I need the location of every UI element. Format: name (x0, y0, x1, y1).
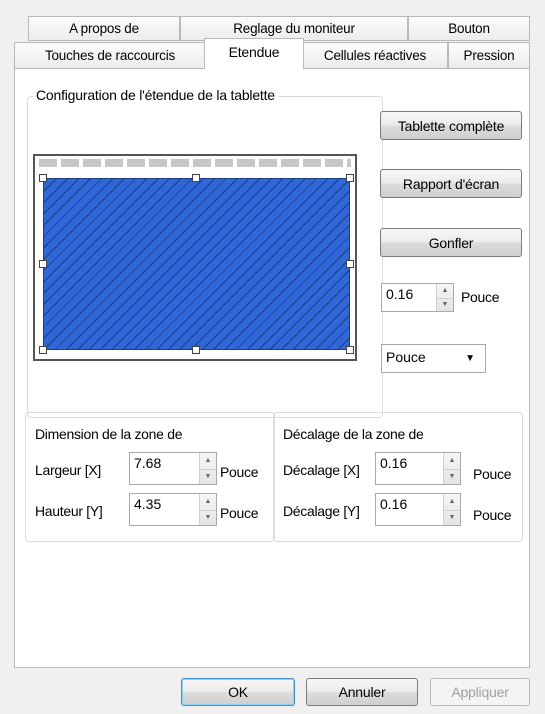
resize-handle-bottom[interactable] (192, 346, 200, 354)
inflate-button[interactable]: Gonfler (380, 228, 522, 257)
tab-about[interactable]: A propos de (28, 16, 180, 41)
screen-ratio-button[interactable]: Rapport d'écran (380, 169, 522, 198)
tab-button[interactable]: Bouton (408, 16, 530, 41)
dimension-title: Dimension de la zone de (35, 426, 183, 442)
resize-handle-bottom-right[interactable] (346, 346, 354, 354)
resize-handle-bottom-left[interactable] (39, 346, 47, 354)
offset-y-unit-label: Pouce (473, 507, 512, 523)
tab-hot-cells[interactable]: Cellules réactives (302, 42, 448, 69)
resize-handle-left[interactable] (39, 260, 47, 268)
tab-pressure[interactable]: Pression (448, 42, 530, 69)
ok-button[interactable]: OK (181, 678, 295, 706)
offset-y-value: 0.16 (380, 496, 408, 512)
offset-y-label: Décalage [Y] (283, 503, 360, 519)
spin-up-icon[interactable]: ▲ (200, 494, 216, 511)
inflate-spinner[interactable]: ▲ ▼ (436, 284, 453, 311)
offset-x-label: Décalage [X] (283, 462, 360, 478)
offset-x-input[interactable]: 0.16 ▲ ▼ (375, 452, 461, 485)
spin-down-icon[interactable]: ▼ (444, 510, 460, 526)
unit-select[interactable]: Pouce ▼ (381, 344, 486, 373)
spin-up-icon[interactable]: ▲ (444, 453, 460, 470)
spin-down-icon[interactable]: ▼ (200, 469, 216, 485)
chevron-down-icon: ▼ (465, 353, 475, 364)
resize-handle-top-right[interactable] (346, 174, 354, 182)
resize-handle-right[interactable] (346, 260, 354, 268)
apply-button: Appliquer (430, 678, 530, 706)
offset-x-unit-label: Pouce (473, 466, 512, 482)
spin-down-icon[interactable]: ▼ (200, 510, 216, 526)
inflate-value: 0.16 (386, 286, 414, 302)
width-spinner[interactable]: ▲ ▼ (199, 453, 216, 484)
height-label: Hauteur [Y] (35, 503, 103, 519)
width-value: 7.68 (134, 455, 162, 471)
active-area[interactable] (43, 178, 350, 350)
spin-down-icon[interactable]: ▼ (437, 298, 453, 312)
offset-y-spinner[interactable]: ▲ ▼ (443, 494, 460, 525)
width-unit-label: Pouce (220, 464, 259, 480)
offset-y-input[interactable]: 0.16 ▲ ▼ (375, 493, 461, 526)
tab-range[interactable]: Etendue (204, 38, 304, 69)
offset-x-spinner[interactable]: ▲ ▼ (443, 453, 460, 484)
tab-shortcut-keys[interactable]: Touches de raccourcis (14, 42, 206, 69)
full-tablet-button[interactable]: Tablette complète (380, 111, 522, 140)
tab-panel: Configuration de l'étendue de la tablett… (14, 68, 530, 668)
resize-handle-top[interactable] (192, 174, 200, 182)
offset-title: Décalage de la zone de (283, 426, 424, 442)
tablet-preview (33, 154, 357, 361)
cancel-button[interactable]: Annuler (306, 678, 418, 706)
resize-handle-top-left[interactable] (39, 174, 47, 182)
unit-select-value: Pouce (386, 349, 426, 365)
width-label: Largeur [X] (35, 462, 101, 478)
width-input[interactable]: 7.68 ▲ ▼ (129, 452, 217, 485)
offset-x-value: 0.16 (380, 455, 408, 471)
inflate-input[interactable]: 0.16 ▲ ▼ (381, 283, 454, 312)
height-input[interactable]: 4.35 ▲ ▼ (129, 493, 217, 526)
tablet-area-title: Configuration de l'étendue de la tablett… (33, 87, 278, 103)
spin-up-icon[interactable]: ▲ (200, 453, 216, 470)
height-value: 4.35 (134, 496, 162, 512)
height-unit-label: Pouce (220, 505, 259, 521)
spin-up-icon[interactable]: ▲ (444, 494, 460, 511)
spin-up-icon[interactable]: ▲ (437, 284, 453, 299)
tablet-top-bar (39, 159, 351, 167)
spin-down-icon[interactable]: ▼ (444, 469, 460, 485)
inflate-unit-label: Pouce (461, 289, 500, 305)
height-spinner[interactable]: ▲ ▼ (199, 494, 216, 525)
